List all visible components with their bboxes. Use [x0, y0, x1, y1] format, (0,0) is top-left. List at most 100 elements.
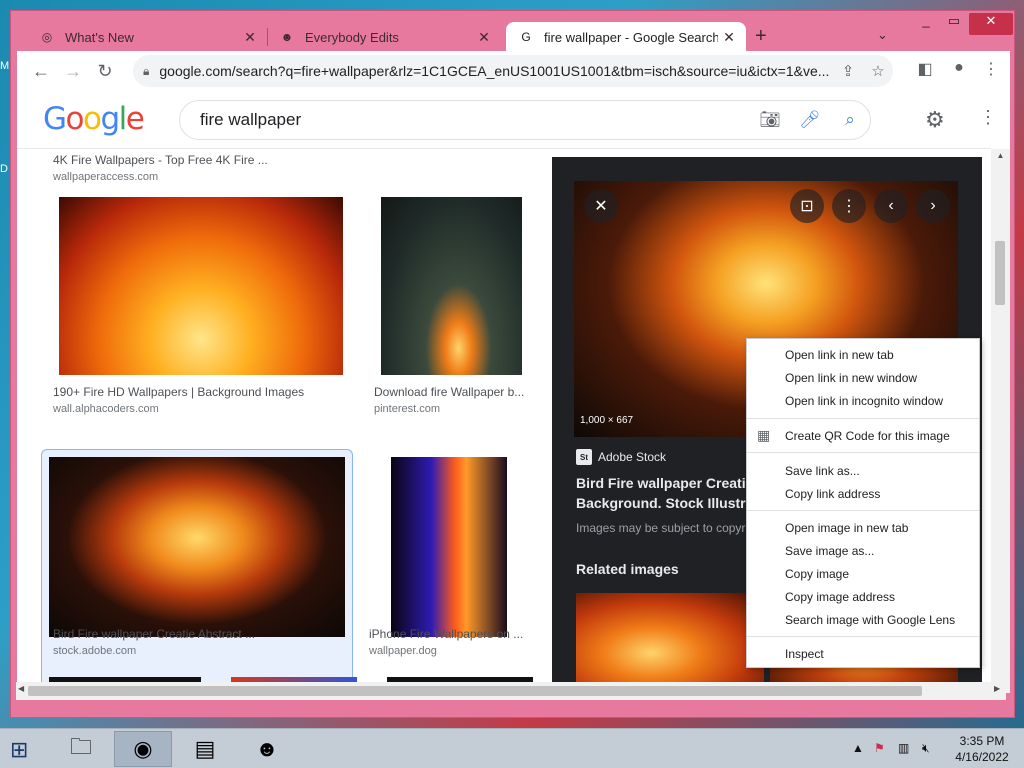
google-header: Google fire wallpaper 📷︎ 🎤︎ ⌕ ⚙ ⋮ [17, 91, 997, 149]
browser-toolbar: ← → ↻ 🔒︎ google.com/search?q=fire+wallpa… [17, 51, 1010, 91]
share-icon[interactable]: ⇪ [833, 62, 863, 80]
google-icon: G [521, 30, 531, 44]
result-title[interactable]: Bird Fire wallpaper Creatie Abstract ... [53, 627, 343, 641]
scroll-right-arrow[interactable]: ▶ [994, 684, 1000, 693]
more-options-icon[interactable]: ⋮ [832, 189, 866, 223]
menu-separator [747, 452, 979, 453]
address-bar[interactable]: 🔒︎ google.com/search?q=fire+wallpaper&rl… [133, 55, 893, 87]
menu-item-save-link-as[interactable]: Save link as... [747, 460, 979, 482]
menu-separator [747, 418, 979, 419]
clock-time: 3:35 PM [959, 734, 1005, 748]
tab-title: fire wallpaper - Google Search [544, 29, 718, 45]
preview-source[interactable]: St Adobe Stock [576, 449, 666, 465]
related-image[interactable] [576, 593, 764, 693]
previous-chevron-icon[interactable]: ‹ [874, 189, 908, 223]
result-image[interactable] [391, 457, 507, 637]
result-site[interactable]: wall.alphacoders.com [53, 403, 159, 415]
search-box[interactable]: fire wallpaper 📷︎ 🎤︎ ⌕ [179, 100, 871, 140]
search-input[interactable]: fire wallpaper [200, 110, 750, 130]
gear-icon[interactable]: ⚙ [925, 107, 945, 133]
profile-avatar-icon[interactable]: ● [947, 59, 971, 77]
clock-date: 4/16/2022 [955, 750, 1009, 764]
url-text: google.com/search?q=fire+wallpaper&rlz=1… [159, 63, 830, 79]
smiley-icon: ☻ [280, 30, 294, 44]
search-icon[interactable]: ⌕ [830, 110, 870, 130]
menu-item-open-link-new-window[interactable]: Open link in new window [747, 367, 979, 389]
menu-item-open-link-new-tab[interactable]: Open link in new tab [747, 344, 979, 366]
tab-fire-wallpaper[interactable]: G fire wallpaper - Google Search ✕ [506, 22, 746, 52]
bookmark-star-icon[interactable]: ☆ [863, 62, 893, 80]
tab-title: What's New [65, 29, 134, 45]
menu-item-open-link-incognito[interactable]: Open link in incognito window [747, 390, 979, 412]
tab-everybody-edits[interactable]: ☻ Everybody Edits ✕ [251, 22, 501, 52]
vertical-scrollbar[interactable]: ▲ ▼ [991, 149, 1010, 693]
result-image[interactable] [381, 197, 522, 375]
tab-bar: ◎ What's New ✕ ☻ Everybody Edits ✕ G fir… [11, 11, 1016, 52]
result-site[interactable]: wallpaperaccess.com [53, 171, 158, 183]
result-title[interactable]: 190+ Fire HD Wallpapers | Background Ima… [53, 385, 343, 399]
menu-kebab-icon[interactable]: ⋮ [979, 59, 1003, 79]
windows-start-icon[interactable]: ⊞ [10, 737, 28, 763]
result-site[interactable]: stock.adobe.com [53, 645, 136, 657]
scrollbar-thumb[interactable] [995, 241, 1005, 305]
menu-separator [747, 510, 979, 511]
next-chevron-icon[interactable]: › [916, 189, 950, 223]
result-image[interactable] [49, 457, 345, 637]
menu-item-create-qr-code[interactable]: Create QR Code for this image [747, 425, 979, 447]
file-explorer-icon[interactable]: 🗀 [52, 731, 110, 767]
adobe-stock-icon: St [576, 449, 592, 465]
menu-separator [747, 636, 979, 637]
tab-search-icon[interactable]: ⌄ [877, 27, 888, 43]
tab-whats-new[interactable]: ◎ What's New ✕ [11, 22, 267, 52]
google-logo[interactable]: Google [43, 101, 145, 137]
lens-icon[interactable]: ⊡ [790, 189, 824, 223]
tray-expand-icon[interactable]: ▲ [852, 741, 864, 755]
scroll-left-arrow[interactable]: ◀ [18, 684, 24, 693]
new-tab-button[interactable]: + [755, 25, 767, 48]
menu-item-inspect[interactable]: Inspect [747, 643, 979, 665]
context-menu: Open link in new tab Open link in new wi… [746, 338, 980, 668]
result-image[interactable] [59, 197, 343, 375]
tab-title: Everybody Edits [305, 29, 399, 45]
system-clock[interactable]: 3:35 PM 4/16/2022 [952, 733, 1012, 765]
result-title[interactable]: iPhone Fire Wallpapers on ... [369, 627, 529, 641]
menu-item-save-image-as[interactable]: Save image as... [747, 540, 979, 562]
result-title[interactable]: 4K Fire Wallpapers - Top Free 4K Fire ..… [53, 153, 283, 167]
result-title[interactable]: Download fire Wallpaper b... [374, 385, 530, 399]
menu-item-search-google-lens[interactable]: Search image with Google Lens [747, 609, 979, 631]
scrollbar-thumb[interactable] [28, 686, 922, 696]
menu-item-copy-image-address[interactable]: Copy image address [747, 586, 979, 608]
close-icon[interactable]: ✕ [718, 29, 740, 46]
chrome-taskbar-icon[interactable]: ◉ [114, 731, 172, 767]
side-panel-icon[interactable]: ◧ [913, 59, 937, 79]
back-arrow-icon[interactable]: ← [25, 55, 57, 87]
result-site[interactable]: wallpaper.dog [369, 645, 437, 657]
camera-icon[interactable]: 📷︎ [750, 110, 790, 130]
horizontal-scrollbar[interactable]: ◀ ▶ [16, 682, 1006, 700]
task-manager-icon[interactable]: ▤ [176, 731, 234, 767]
network-icon[interactable]: ▥ [898, 741, 909, 755]
taskbar: ⊞ 🗀 ◉ ▤ ☻ ▲ ⚑ ▥ 🔇︎ 3:35 PM 4/16/2022 [0, 728, 1024, 768]
close-window-button[interactable]: ✕ [969, 13, 1013, 35]
maximize-button[interactable]: ▭ [939, 13, 969, 35]
lock-icon[interactable]: 🔒︎ [143, 64, 149, 79]
image-results-grid: 4K Fire Wallpapers - Top Free 4K Fire ..… [17, 149, 545, 693]
apps-grid-icon[interactable]: ⋮ [979, 107, 997, 128]
close-icon[interactable]: ✕ [584, 189, 618, 223]
source-name: Adobe Stock [598, 450, 667, 464]
reload-icon[interactable]: ↻ [89, 55, 121, 87]
minimize-button[interactable]: _ [911, 13, 941, 35]
action-center-flag-icon[interactable]: ⚑ [874, 741, 885, 755]
forward-arrow-icon[interactable]: → [57, 55, 89, 87]
menu-item-copy-link-address[interactable]: Copy link address [747, 483, 979, 505]
everybody-edits-smiley-icon[interactable]: ☻ [238, 731, 296, 767]
menu-item-open-image-new-tab[interactable]: Open image in new tab [747, 517, 979, 539]
volume-muted-icon[interactable]: 🔇︎ [922, 741, 930, 756]
image-dimensions: 1,000 × 667 [580, 415, 634, 426]
microphone-icon[interactable]: 🎤︎ [790, 110, 830, 130]
result-site[interactable]: pinterest.com [374, 403, 440, 415]
close-icon[interactable]: ✕ [473, 29, 495, 46]
menu-item-copy-image[interactable]: Copy image [747, 563, 979, 585]
scroll-up-arrow[interactable]: ▲ [991, 151, 1010, 160]
chrome-icon: ◎ [41, 30, 53, 44]
